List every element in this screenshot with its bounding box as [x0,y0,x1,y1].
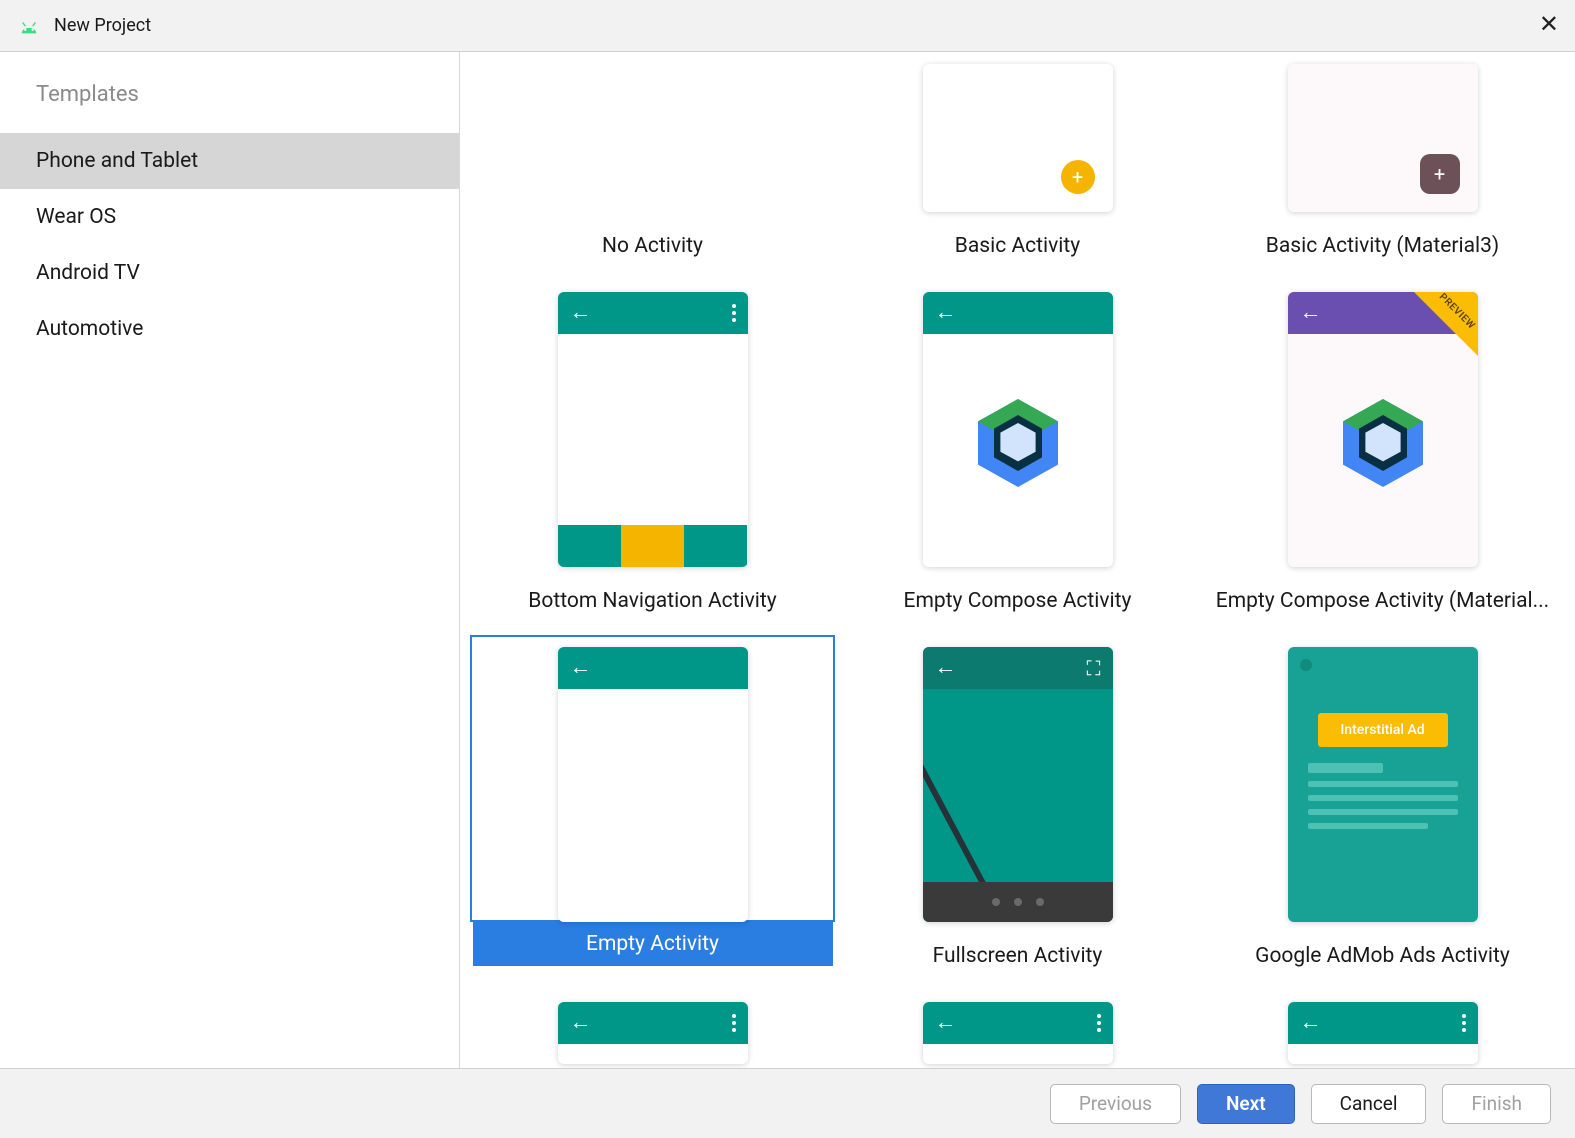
back-arrow-icon: ← [570,302,592,324]
template-label: Empty Activity [473,922,833,966]
titlebar: New Project ✕ [0,0,1575,52]
android-icon [18,19,40,33]
template-gallery: No Activity + Basic Activity + [460,52,1575,1068]
bottom-nav-icon [558,525,748,567]
template-label: No Activity [594,212,711,280]
overflow-icon [732,1014,736,1032]
close-icon[interactable]: ✕ [1539,12,1559,36]
back-arrow-icon: ← [935,657,957,679]
fullscreen-icon: ⛶ [1087,656,1101,680]
sidebar-item-wear-os[interactable]: Wear OS [0,189,459,245]
template-label: Bottom Navigation Activity [520,567,784,635]
template-label: Empty Compose Activity (Material... [1208,567,1557,635]
template-bottom-navigation[interactable]: ← Bottom Navigation Activity [470,280,835,635]
sidebar-item-android-tv[interactable]: Android TV [0,245,459,301]
overflow-icon [1462,1014,1466,1032]
template-peek[interactable]: ← [835,990,1200,1064]
sidebar-item-phone-tablet[interactable]: Phone and Tablet [0,133,459,189]
template-label: Empty Compose Activity [896,567,1140,635]
template-fullscreen-activity[interactable]: ← ⛶ Fullscreen Activity [835,635,1200,990]
back-arrow-icon: ← [1300,1012,1322,1034]
back-arrow-icon: ← [1300,302,1322,324]
compose-logo-icon [1343,398,1423,488]
back-arrow-icon: ← [935,1012,957,1034]
camera-dot-icon [1300,659,1312,671]
interstitial-ad-button: Interstitial Ad [1318,713,1448,747]
template-basic-activity[interactable]: + Basic Activity [835,52,1200,280]
back-arrow-icon: ← [570,657,592,679]
window-title: New Project [54,15,151,36]
overflow-icon [1097,1014,1101,1032]
overflow-icon [732,304,736,322]
back-arrow-icon: ← [570,1012,592,1034]
cancel-button[interactable]: Cancel [1311,1084,1427,1124]
template-peek[interactable]: ← [470,990,835,1064]
previous-button: Previous [1050,1084,1181,1124]
template-label: Basic Activity [947,212,1088,280]
template-peek[interactable]: ← [1200,990,1565,1064]
template-basic-activity-m3[interactable]: + Basic Activity (Material3) [1200,52,1565,280]
template-label: Google AdMob Ads Activity [1247,922,1518,990]
template-empty-compose[interactable]: ← Empty Com [835,280,1200,635]
template-no-activity[interactable]: No Activity [470,52,835,280]
template-scroll[interactable]: No Activity + Basic Activity + [460,52,1575,1068]
main-area: Templates Phone and Tablet Wear OS Andro… [0,52,1575,1068]
template-empty-activity[interactable]: ← Empty Activity [470,635,835,990]
template-empty-compose-m3[interactable]: ← PREVIEW [1200,280,1565,635]
template-label: Fullscreen Activity [925,922,1111,990]
template-admob-activity[interactable]: Interstitial Ad Google AdMob Ads Activit… [1200,635,1565,990]
next-button[interactable]: Next [1197,1084,1295,1124]
footer: Previous Next Cancel Finish [0,1068,1575,1138]
text-lines-icon [1302,763,1464,829]
back-arrow-icon: ← [935,302,957,324]
compose-logo-icon [978,398,1058,488]
sidebar-header: Templates [0,52,459,133]
sidebar-item-automotive[interactable]: Automotive [0,301,459,357]
sidebar: Templates Phone and Tablet Wear OS Andro… [0,52,460,1068]
finish-button: Finish [1442,1084,1551,1124]
template-label: Basic Activity (Material3) [1258,212,1507,280]
fab-add-icon: + [1420,154,1460,194]
fab-add-icon: + [1061,160,1095,194]
system-nav-icon [923,882,1113,922]
